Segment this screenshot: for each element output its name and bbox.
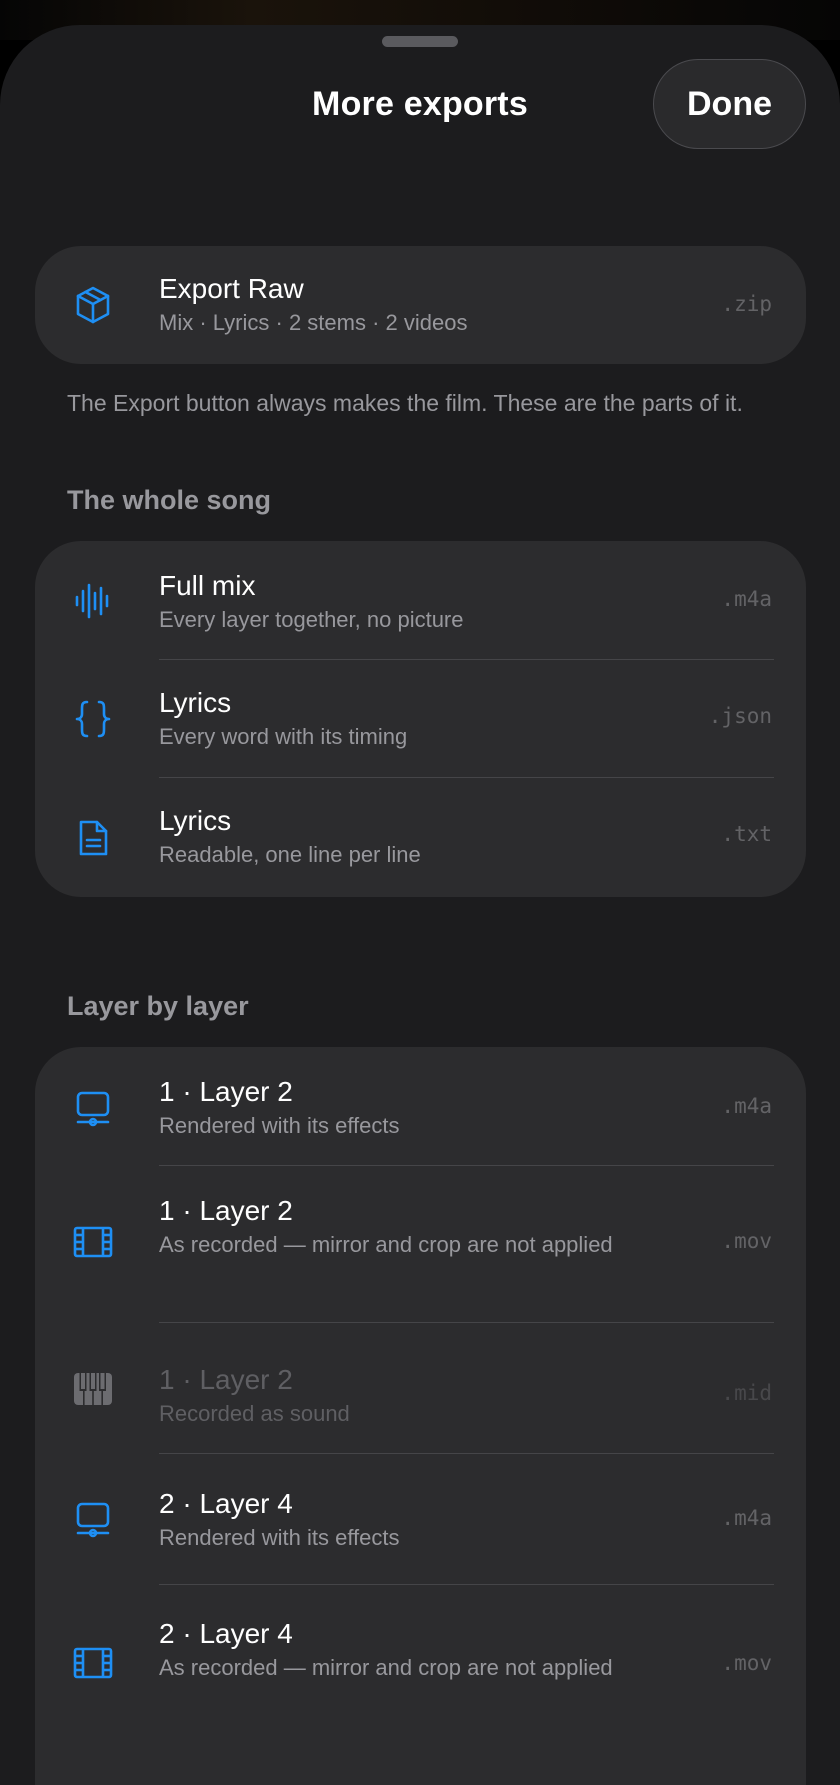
- section-header-whole-song: The whole song: [67, 485, 272, 515]
- piano-keys-icon: [73, 1369, 113, 1409]
- list-item-layer-audio[interactable]: 1 · Layer 2 Rendered with its effects .m…: [35, 1047, 806, 1166]
- item-subtitle: Every word with its timing: [159, 724, 408, 749]
- item-subtitle: As recorded — mirror and crop are not ap…: [159, 1232, 613, 1257]
- section-header-layer-by-layer: Layer by layer: [67, 991, 249, 1021]
- sheet-grabber[interactable]: [382, 36, 458, 47]
- item-title: Lyrics: [159, 805, 232, 836]
- layer-by-layer-card: 1 · Layer 2 Rendered with its effects .m…: [35, 1047, 806, 1785]
- list-item-layer-video[interactable]: 1 · Layer 2 As recorded — mirror and cro…: [35, 1166, 806, 1323]
- list-item-full-mix[interactable]: Full mix Every layer together, no pictur…: [35, 541, 806, 660]
- done-button[interactable]: Done: [653, 59, 806, 149]
- film-icon: [73, 1222, 113, 1262]
- export-raw-card: Export Raw Mix · Lyrics · 2 stems · 2 vi…: [35, 246, 806, 364]
- cube-icon: [73, 285, 113, 325]
- item-ext: .m4a: [721, 587, 772, 611]
- item-title: Lyrics: [159, 687, 232, 718]
- item-title: Full mix: [159, 570, 256, 601]
- document-icon: [73, 818, 113, 858]
- item-title: 2 · Layer 4: [159, 1488, 293, 1519]
- item-ext: .mid: [721, 1381, 772, 1405]
- list-item-layer-midi: 1 · Layer 2 Recorded as sound .mid: [35, 1323, 806, 1454]
- item-ext: .mov: [721, 1651, 772, 1675]
- footnote: The Export button always makes the film.…: [67, 390, 743, 416]
- export-sheet: More exports Done Export Raw Mix · Lyric…: [0, 25, 840, 1785]
- item-ext: .txt: [721, 822, 772, 846]
- export-raw-title: Export Raw: [159, 273, 304, 304]
- item-ext: .mov: [721, 1229, 772, 1253]
- item-subtitle: Rendered with its effects: [159, 1113, 400, 1138]
- export-raw-row[interactable]: Export Raw Mix · Lyrics · 2 stems · 2 vi…: [35, 246, 806, 364]
- item-ext: .m4a: [721, 1506, 772, 1530]
- whole-song-card: Full mix Every layer together, no pictur…: [35, 541, 806, 897]
- list-item-lyrics-txt[interactable]: Lyrics Readable, one line per line .txt: [35, 778, 806, 897]
- waveform-icon: [73, 581, 113, 621]
- export-raw-subtitle: Mix · Lyrics · 2 stems · 2 videos: [159, 310, 468, 335]
- list-item-layer-audio[interactable]: 2 · Layer 4 Rendered with its effects .m…: [35, 1454, 806, 1585]
- item-title: 1 · Layer 2: [159, 1195, 293, 1226]
- item-subtitle: Readable, one line per line: [159, 842, 421, 867]
- list-item-layer-video[interactable]: 2 · Layer 4 As recorded — mirror and cro…: [35, 1585, 806, 1745]
- item-title: 2 · Layer 4: [159, 1618, 293, 1649]
- monitor-icon: [73, 1500, 113, 1540]
- item-subtitle: Every layer together, no picture: [159, 607, 464, 632]
- list-item-lyrics-json[interactable]: Lyrics Every word with its timing .json: [35, 660, 806, 778]
- item-subtitle: Rendered with its effects: [159, 1525, 400, 1550]
- item-title: 1 · Layer 2: [159, 1076, 293, 1107]
- item-subtitle: As recorded — mirror and crop are not ap…: [159, 1655, 613, 1680]
- item-ext: .json: [708, 704, 772, 728]
- film-icon: [73, 1643, 113, 1683]
- item-title: 1 · Layer 2: [159, 1364, 293, 1395]
- monitor-icon: [73, 1089, 113, 1129]
- curly-braces-icon: [73, 699, 113, 739]
- item-subtitle: Recorded as sound: [159, 1401, 350, 1426]
- item-ext: .m4a: [721, 1094, 772, 1118]
- export-raw-ext: .zip: [721, 292, 772, 316]
